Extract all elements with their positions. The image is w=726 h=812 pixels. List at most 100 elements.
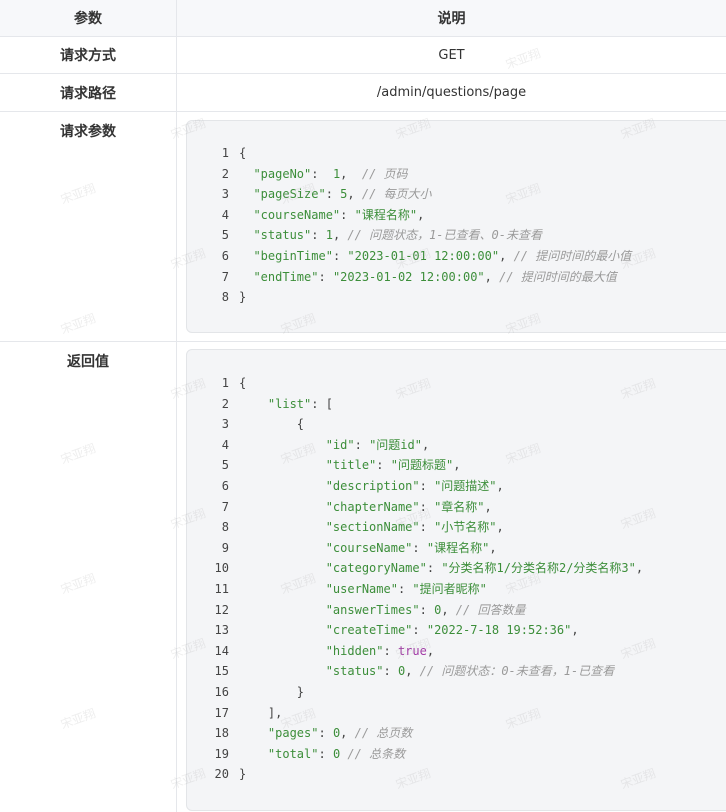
- code-token: // 问题状态：0-未查看，1-已查看: [419, 664, 615, 679]
- code-token: ,: [332, 228, 348, 243]
- code-token: {: [239, 417, 305, 432]
- request-code-line: 8}: [187, 287, 631, 308]
- header-desc: 说明: [437, 11, 466, 27]
- response-code-line: 9 "courseName": "课程名称",: [187, 538, 643, 559]
- code-token: "2023-01-01 12:00:00": [347, 248, 500, 263]
- code-token: : [: [311, 396, 333, 411]
- response-code-block: 1{2 "list": [3 {4 "id": "问题id", 5 "title"…: [186, 349, 726, 811]
- code-token: "categoryName": [325, 561, 427, 576]
- request-code-line: 2 "pageNo": 1, // 页码: [187, 164, 631, 185]
- table-row-method: 请求方式 GET: [0, 37, 726, 74]
- line-number: 17: [214, 705, 229, 720]
- line-number: 1: [221, 376, 229, 390]
- line-number: 10: [214, 561, 229, 576]
- header-param: 参数: [0, 0, 177, 36]
- code-token: :: [318, 746, 333, 761]
- path-label: 请求路径: [0, 74, 177, 111]
- response-code: 1{2 "list": [3 {4 "id": "问题id", 5 "title"…: [187, 373, 644, 785]
- code-token: :: [318, 269, 333, 284]
- code-token: "pageNo": [253, 166, 312, 181]
- code-token: "课程名称": [354, 207, 418, 222]
- response-code-line: 10 "categoryName": "分类名称1/分类名称2/分类名称3",: [187, 558, 644, 579]
- code-token: "title": [325, 458, 377, 473]
- code-token: // 回答数量: [455, 602, 526, 617]
- code-token: ,: [340, 726, 355, 741]
- line-number: 4: [221, 437, 229, 452]
- response-code-line: 20}: [187, 764, 643, 785]
- response-code-line: 14 "hidden": true,: [187, 641, 643, 662]
- line-number: 6: [221, 248, 229, 263]
- response-code-line: 19 "total": 0 // 总条数: [187, 744, 643, 765]
- code-token: :: [419, 478, 435, 493]
- request-code-line: 5 "status": 1, // 问题状态，1-已查看、0-未查看: [187, 225, 631, 246]
- line-number: 12: [214, 602, 229, 617]
- line-number: 18: [214, 726, 229, 741]
- code-token: "问题标题": [390, 458, 454, 473]
- code-token: ,: [499, 248, 514, 263]
- code-token: :: [340, 207, 355, 222]
- line-number: 8: [221, 290, 229, 305]
- response-code-line: 12 "answerTimes": 0, // 回答数量: [187, 600, 643, 621]
- code-token: :: [354, 437, 370, 452]
- code-token: "课程名称": [426, 540, 490, 555]
- code-token: "createTime": [325, 623, 413, 638]
- code-token: :: [383, 664, 398, 679]
- code-token: ,: [496, 520, 504, 535]
- line-number: 5: [221, 458, 229, 473]
- code-token: :: [376, 458, 391, 473]
- code-token: // 提问时间的最小值: [513, 248, 632, 263]
- code-token: "userName": [325, 581, 398, 596]
- code-token: }: [239, 290, 247, 305]
- response-code-line: 3 {: [187, 414, 643, 435]
- line-number: 19: [214, 746, 229, 761]
- code-token: "list": [267, 396, 312, 411]
- request-code-line: 4 "courseName": "课程名称",: [187, 205, 631, 226]
- line-number: 11: [214, 581, 229, 596]
- method-label: 请求方式: [0, 37, 177, 73]
- code-token: "courseName": [325, 540, 413, 555]
- code-token: // 每页大小: [361, 187, 432, 202]
- request-code-block: 1{2 "pageNo": 1, // 页码 3 "pageSize": 5, /…: [186, 120, 726, 333]
- code-token: :: [419, 520, 435, 535]
- line-number: 14: [214, 643, 229, 658]
- code-token: "beginTime": [253, 248, 333, 263]
- code-token: :: [311, 166, 333, 181]
- code-token: ,: [496, 478, 504, 493]
- code-token: :: [311, 228, 326, 243]
- code-token: :: [383, 643, 398, 658]
- code-token: ,: [453, 458, 461, 473]
- code-token: "sectionName": [325, 520, 420, 535]
- line-number: 3: [221, 417, 229, 432]
- code-token: "问题描述": [434, 478, 497, 493]
- response-code-line: 2 "list": [: [187, 394, 643, 415]
- line-number: 2: [221, 166, 229, 181]
- code-token: ,: [405, 664, 420, 679]
- line-number: 4: [221, 207, 229, 222]
- code-token: "total": [267, 746, 319, 761]
- code-token: // 问题状态，1-已查看、0-未查看: [347, 228, 542, 243]
- code-token: :: [332, 248, 348, 263]
- line-number: 8: [221, 520, 229, 535]
- params-label-cell: 请求参数: [0, 112, 177, 341]
- code-token: ,: [635, 561, 644, 576]
- code-token: {: [239, 146, 247, 160]
- line-number: 7: [221, 269, 229, 284]
- code-token: "courseName": [253, 207, 341, 222]
- line-number: 15: [214, 664, 229, 679]
- code-token: // 总条数: [347, 746, 406, 761]
- code-token: "2022-7-18 19:52:36": [426, 623, 572, 638]
- response-code-line: 11 "userName": "提问者昵称": [187, 579, 643, 600]
- api-doc-table: 参数 说明 请求方式 GET 请求路径 /admin/questions/pag…: [0, 0, 726, 812]
- line-number: 1: [221, 146, 229, 160]
